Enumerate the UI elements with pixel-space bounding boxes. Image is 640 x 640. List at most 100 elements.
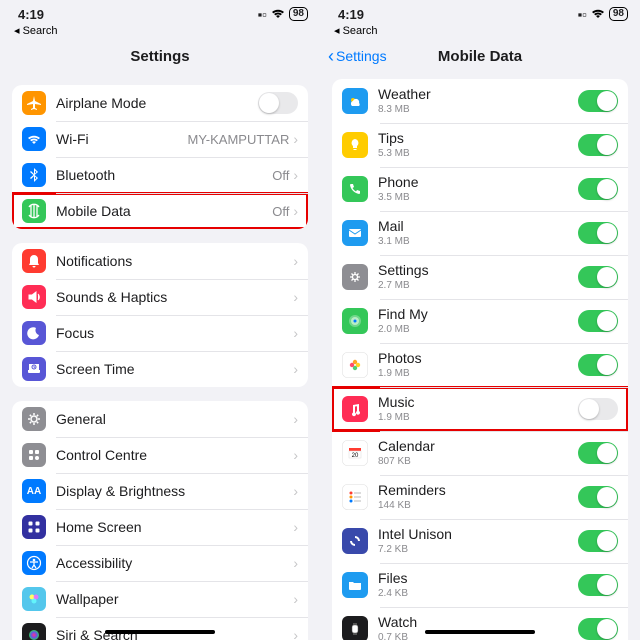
app-label: Files <box>378 571 578 586</box>
mail-icon <box>342 220 368 246</box>
app-row-reminders[interactable]: Reminders 144 KB <box>332 475 628 519</box>
settings-row-mobile-data[interactable]: Mobile Data Off › <box>12 193 308 229</box>
row-label: Mobile Data <box>56 203 272 219</box>
settings-row-display-brightness[interactable]: AA Display & Brightness › <box>12 473 308 509</box>
app-data-usage: 1.9 MB <box>378 368 578 379</box>
app-label: Mail <box>378 219 578 234</box>
app-row-calendar[interactable]: 20 Calendar 807 KB <box>332 431 628 475</box>
toggle-find-my[interactable] <box>578 310 618 332</box>
app-row-find-my[interactable]: Find My 2.0 MB <box>332 299 628 343</box>
tips-icon <box>342 132 368 158</box>
settings-row-wi-fi[interactable]: Wi-Fi MY-KAMPUTTAR › <box>12 121 308 157</box>
group-connectivity: Airplane Mode Wi-Fi MY-KAMPUTTAR › Bluet… <box>12 85 308 229</box>
calendar-icon: 20 <box>342 440 368 466</box>
settings-row-notifications[interactable]: Notifications › <box>12 243 308 279</box>
settings-row-home-screen[interactable]: Home Screen › <box>12 509 308 545</box>
chevron-right-icon: › <box>293 131 298 147</box>
settings-row-sounds-haptics[interactable]: Sounds & Haptics › <box>12 279 308 315</box>
notifications-icon <box>22 249 46 273</box>
row-value: Off <box>272 204 289 219</box>
row-label: Wallpaper <box>56 591 293 607</box>
app-row-mail[interactable]: Mail 3.1 MB <box>332 211 628 255</box>
settings-row-bluetooth[interactable]: Bluetooth Off › <box>12 157 308 193</box>
app-data-usage: 5.3 MB <box>378 148 578 159</box>
back-to-search[interactable]: ◂ Search <box>320 24 640 39</box>
toggle-airplane-mode[interactable] <box>258 92 298 114</box>
toggle-mail[interactable] <box>578 222 618 244</box>
toggle-music[interactable] <box>578 398 618 420</box>
app-row-watch[interactable]: Watch 0.7 KB <box>332 607 628 640</box>
back-label: Settings <box>336 48 387 64</box>
status-time: 4:19 <box>18 7 44 22</box>
settings-row-screen-time[interactable]: Screen Time › <box>12 351 308 387</box>
files-icon <box>342 572 368 598</box>
group-apps: Weather 8.3 MB Tips 5.3 MB Phone 3.5 MB … <box>332 79 628 640</box>
app-row-photos[interactable]: Photos 1.9 MB <box>332 343 628 387</box>
chevron-right-icon: › <box>293 289 298 305</box>
app-label: Watch <box>378 615 578 630</box>
back-to-search[interactable]: ◂ Search <box>0 24 320 39</box>
toggle-tips[interactable] <box>578 134 618 156</box>
page-title: Settings <box>130 48 189 65</box>
svg-text:20: 20 <box>352 453 359 459</box>
app-row-tips[interactable]: Tips 5.3 MB <box>332 123 628 167</box>
settings-list[interactable]: Airplane Mode Wi-Fi MY-KAMPUTTAR › Bluet… <box>0 73 320 640</box>
watch-icon <box>342 616 368 640</box>
settings-row-focus[interactable]: Focus › <box>12 315 308 351</box>
wallpaper-icon <box>22 587 46 611</box>
app-row-intel-unison[interactable]: Intel Unison 7.2 KB <box>332 519 628 563</box>
svg-text:AA: AA <box>27 486 41 497</box>
home-indicator[interactable] <box>105 630 215 634</box>
settings-row-accessibility[interactable]: Accessibility › <box>12 545 308 581</box>
back-button[interactable]: ‹ Settings <box>328 46 387 67</box>
cellular-icon: ▪▫ <box>258 7 267 22</box>
app-data-usage: 1.9 MB <box>378 412 578 423</box>
display-brightness-icon: AA <box>22 479 46 503</box>
toggle-intel-unison[interactable] <box>578 530 618 552</box>
page-title: Mobile Data <box>438 48 522 65</box>
app-data-usage: 144 KB <box>378 500 578 511</box>
home-indicator[interactable] <box>425 630 535 634</box>
settings-row-wallpaper[interactable]: Wallpaper › <box>12 581 308 617</box>
settings-row-control-centre[interactable]: Control Centre › <box>12 437 308 473</box>
app-data-usage: 3.1 MB <box>378 236 578 247</box>
toggle-photos[interactable] <box>578 354 618 376</box>
app-row-music[interactable]: Music 1.9 MB <box>332 387 628 431</box>
settings-row-siri-search[interactable]: Siri & Search › <box>12 617 308 640</box>
row-label: Screen Time <box>56 361 293 377</box>
chevron-right-icon: › <box>293 555 298 571</box>
accessibility-icon <box>22 551 46 575</box>
row-label: General <box>56 411 293 427</box>
bluetooth-icon <box>22 163 46 187</box>
cellular-icon: ▪▫ <box>578 7 587 22</box>
group-general: General › Control Centre › AA Display & … <box>12 401 308 640</box>
chevron-right-icon: › <box>293 203 298 219</box>
app-row-phone[interactable]: Phone 3.5 MB <box>332 167 628 211</box>
toggle-phone[interactable] <box>578 178 618 200</box>
app-data-usage: 7.2 KB <box>378 544 578 555</box>
app-data-usage: 2.7 MB <box>378 280 578 291</box>
app-label: Weather <box>378 87 578 102</box>
toggle-settings[interactable] <box>578 266 618 288</box>
app-data-usage: 2.0 MB <box>378 324 578 335</box>
wifi-icon <box>591 9 605 19</box>
toggle-files[interactable] <box>578 574 618 596</box>
group-notifications: Notifications › Sounds & Haptics › Focus… <box>12 243 308 387</box>
app-row-weather[interactable]: Weather 8.3 MB <box>332 79 628 123</box>
mobile-data-icon <box>22 199 46 223</box>
toggle-weather[interactable] <box>578 90 618 112</box>
app-row-files[interactable]: Files 2.4 KB <box>332 563 628 607</box>
screen-time-icon <box>22 357 46 381</box>
toggle-reminders[interactable] <box>578 486 618 508</box>
toggle-calendar[interactable] <box>578 442 618 464</box>
app-data-list[interactable]: Weather 8.3 MB Tips 5.3 MB Phone 3.5 MB … <box>320 73 640 640</box>
weather-icon <box>342 88 368 114</box>
status-time: 4:19 <box>338 7 364 22</box>
toggle-watch[interactable] <box>578 618 618 640</box>
app-label: Music <box>378 395 578 410</box>
settings-row-general[interactable]: General › <box>12 401 308 437</box>
app-label: Tips <box>378 131 578 146</box>
app-row-settings[interactable]: Settings 2.7 MB <box>332 255 628 299</box>
photos-icon <box>342 352 368 378</box>
settings-row-airplane-mode[interactable]: Airplane Mode <box>12 85 308 121</box>
